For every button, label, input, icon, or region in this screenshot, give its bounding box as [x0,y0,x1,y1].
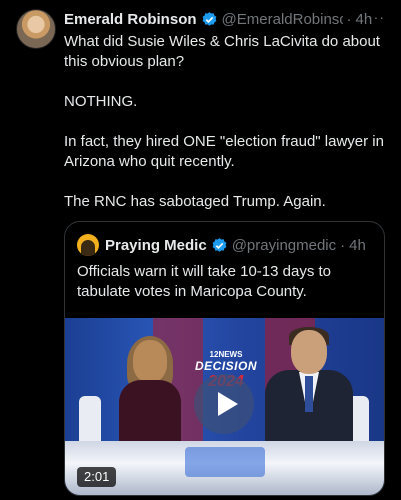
quoted-author-name[interactable]: Praying Medic [105,237,207,254]
tweet-paragraph: The RNC has sabotaged Trump. Again. [64,193,326,210]
tweet-paragraph: What did Susie Wiles & Chris LaCivita do… [64,33,380,70]
video-duration: 2:01 [77,467,117,487]
video-player[interactable]: 12NEWS DECISION 2024 2:01 [65,318,384,495]
quoted-timestamp[interactable]: 4h [349,237,366,254]
verified-badge-icon [202,11,216,26]
logo-news: 12NEWS [209,350,243,359]
quoted-tweet[interactable]: Praying Medic @prayingmedic · 4h Officia… [64,221,385,496]
play-icon[interactable] [194,374,254,434]
more-icon[interactable]: ··· [368,9,385,25]
avatar[interactable] [16,9,56,49]
logo-decision: DECISION [194,359,257,373]
tweet-paragraph: In fact, they hired ONE "election fraud"… [64,133,384,170]
author-handle[interactable]: @EmeraldRobinson [222,11,343,28]
author-name[interactable]: Emerald Robinson [64,11,197,28]
tweet-text: What did Susie Wiles & Chris LaCivita do… [64,32,394,232]
quoted-author-handle[interactable]: @prayingmedic [232,237,336,254]
separator-dot: · [340,236,346,254]
quoted-avatar[interactable] [77,234,99,256]
separator-dot: · [346,10,352,28]
tweet-paragraph: NOTHING. [64,93,138,110]
tweet-header: Emerald Robinson @EmeraldRobinson · 4h ·… [64,9,393,29]
quoted-text: Officials warn it will take 10-13 days t… [77,263,331,300]
tweet[interactable]: Emerald Robinson @EmeraldRobinson · 4h ·… [0,0,401,500]
verified-badge-icon [212,237,227,252]
quoted-header: Praying Medic @prayingmedic · 4h [77,234,374,256]
desk-screen [185,447,265,477]
